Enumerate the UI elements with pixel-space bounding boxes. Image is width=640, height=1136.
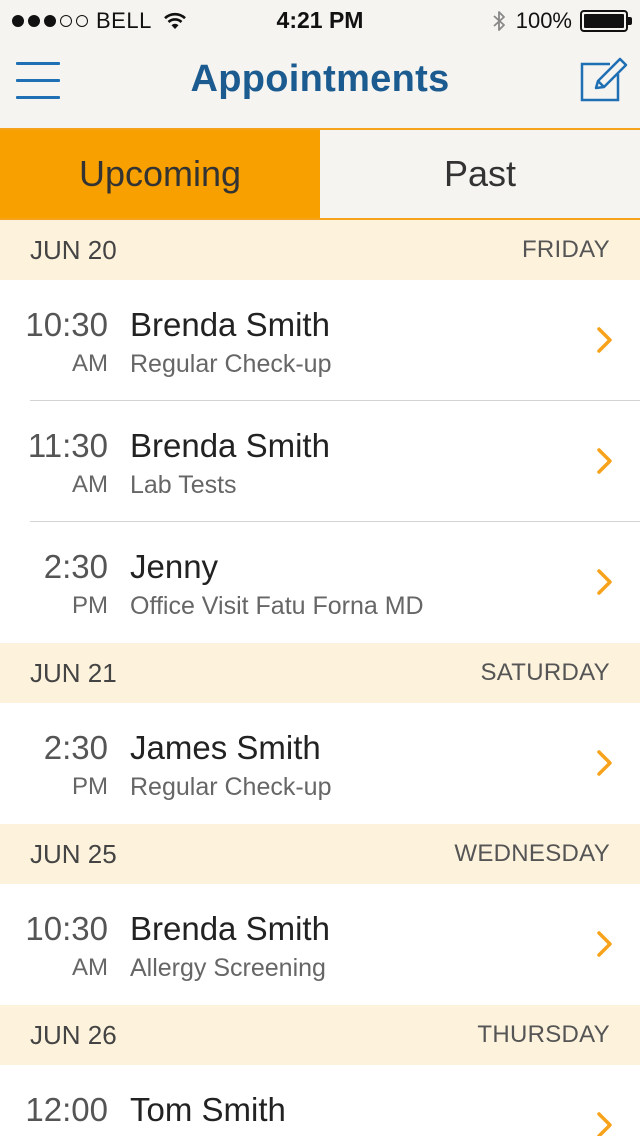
tab-past[interactable]: Past: [320, 130, 640, 218]
appointment-time: 10:30: [25, 306, 108, 343]
chevron-right-icon: [596, 568, 614, 596]
appointment-time: 11:30: [27, 427, 108, 464]
appointment-time: 10:30: [25, 910, 108, 947]
patient-name: James Smith: [130, 729, 321, 766]
day-weekday: WEDNESDAY: [454, 840, 610, 867]
wifi-icon: [162, 11, 188, 31]
appointment-row[interactable]: 12:00 Tom Smith: [0, 1065, 640, 1136]
day-weekday: SATURDAY: [480, 659, 610, 686]
tab-upcoming[interactable]: Upcoming: [0, 130, 320, 218]
day-header: JUN 26 THURSDAY: [0, 1005, 640, 1065]
appointment-type: Allergy Screening: [130, 954, 326, 982]
signal-strength-icon: [12, 15, 88, 27]
navigation-bar: Appointments: [0, 40, 640, 128]
appointment-type: Office Visit Fatu Forna MD: [130, 592, 424, 620]
chevron-right-icon: [596, 326, 614, 354]
appointment-ampm: AM: [72, 954, 108, 981]
appointment-row[interactable]: 2:30 PM James Smith Regular Check-up: [0, 703, 640, 824]
appointment-time: 12:00: [25, 1091, 108, 1128]
appointment-row[interactable]: 10:30 AM Brenda Smith Allergy Screening: [0, 884, 640, 1005]
battery-percent: 100%: [515, 8, 572, 33]
appointment-row[interactable]: 10:30 AM Brenda Smith Regular Check-up: [0, 280, 640, 401]
day-header: JUN 25 WEDNESDAY: [0, 824, 640, 884]
status-right: 100%: [492, 8, 632, 34]
chevron-right-icon: [596, 1111, 614, 1136]
appointment-ampm: AM: [72, 471, 108, 498]
appointment-list[interactable]: JUN 20 FRIDAY 10:30 AM Brenda Smith Regular C…: [0, 220, 640, 1136]
day-date: JUN 21: [30, 657, 117, 688]
day-weekday: THURSDAY: [477, 1021, 610, 1048]
appointment-ampm: PM: [72, 592, 108, 619]
appointment-type: Regular Check-up: [130, 350, 332, 378]
battery-icon: [580, 10, 632, 32]
day-date: JUN 20: [30, 234, 117, 265]
compose-icon: [580, 57, 628, 102]
appointment-time: 2:30: [43, 548, 108, 585]
carrier-name: BELL: [96, 8, 152, 33]
appointment-type: Lab Tests: [130, 471, 237, 499]
day-date: JUN 26: [30, 1019, 117, 1050]
chevron-right-icon: [596, 930, 614, 958]
menu-button[interactable]: [16, 60, 60, 102]
bluetooth-icon: [492, 9, 516, 33]
day-header: JUN 21 SATURDAY: [0, 643, 640, 703]
chevron-right-icon: [596, 749, 614, 777]
appointment-ampm: PM: [72, 773, 108, 800]
appointments-tabs: Upcoming Past: [0, 128, 640, 220]
patient-name: Jenny: [130, 548, 219, 585]
page-title: Appointments: [190, 58, 450, 100]
hamburger-menu-icon: [16, 62, 60, 65]
compose-button[interactable]: [578, 56, 630, 104]
day-date: JUN 25: [30, 838, 117, 869]
patient-name: Brenda Smith: [130, 306, 330, 343]
appointment-time: 2:30: [43, 729, 108, 766]
appointment-row[interactable]: 11:30 AM Brenda Smith Lab Tests: [0, 401, 640, 522]
appointment-type: Regular Check-up: [130, 773, 332, 801]
status-bar: BELL 4:21 PM 100%: [0, 0, 640, 40]
patient-name: Brenda Smith: [130, 910, 330, 947]
day-weekday: FRIDAY: [521, 236, 610, 263]
appointment-row[interactable]: 2:30 PM Jenny Office Visit Fatu Forna MD: [0, 522, 640, 643]
chevron-right-icon: [596, 447, 614, 475]
status-left: BELL: [12, 8, 188, 34]
patient-name: Tom Smith: [130, 1091, 286, 1128]
day-header: JUN 20 FRIDAY: [0, 220, 640, 280]
patient-name: Brenda Smith: [130, 427, 330, 464]
appointment-ampm: AM: [72, 350, 108, 377]
